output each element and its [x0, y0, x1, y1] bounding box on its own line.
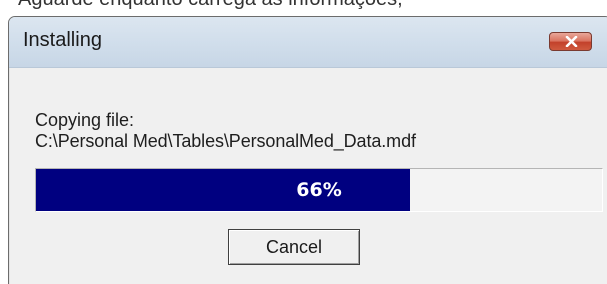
close-button[interactable]: [549, 32, 592, 51]
status-label: Copying file:: [35, 110, 135, 130]
progress-bar: 66%: [35, 168, 603, 212]
title-bar[interactable]: Installing: [9, 17, 607, 68]
background-caption: Aguarde enquanto carrega as informações,: [18, 0, 403, 10]
window-title: Installing: [23, 29, 102, 51]
file-path-label: C:\Personal Med\Tables\PersonalMed_Data.…: [35, 131, 416, 151]
cancel-button[interactable]: Cancel: [228, 229, 360, 265]
installing-dialog: Installing Copying file: C:\Personal Med…: [8, 16, 607, 284]
close-icon: [565, 36, 578, 47]
progress-percent-label: 66%: [296, 179, 342, 201]
dialog-body: Copying file: C:\Personal Med\Tables\Per…: [9, 68, 607, 284]
